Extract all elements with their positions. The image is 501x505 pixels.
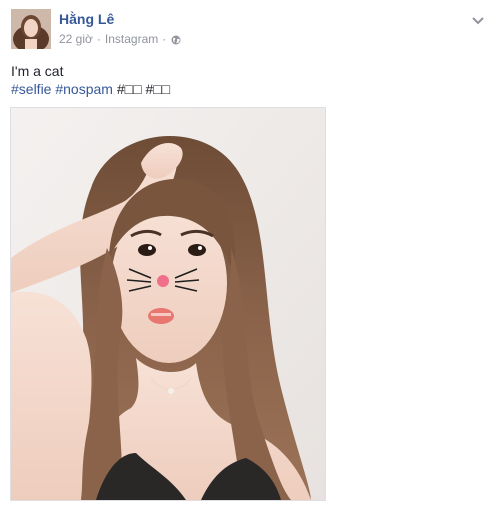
meta-separator-2: · — [162, 32, 167, 46]
avatar-photo — [11, 9, 51, 49]
chevron-down-icon[interactable] — [472, 12, 484, 25]
source-label[interactable]: Instagram — [105, 32, 158, 46]
hashtag-link[interactable]: #nospam — [55, 81, 113, 97]
hashtag-text[interactable]: #□□ — [145, 81, 170, 97]
post-message: I'm a cat — [11, 63, 64, 79]
globe-icon[interactable] — [171, 34, 181, 45]
post-text: I'm a cat #selfie #nospam #□□ #□□ — [11, 62, 170, 98]
author-name[interactable]: Hằng Lê — [59, 11, 114, 27]
post-photo[interactable] — [10, 107, 326, 501]
avatar[interactable] — [11, 9, 51, 49]
meta-separator: · — [96, 32, 101, 46]
selfie-photo — [11, 108, 325, 500]
hashtag-link[interactable]: #selfie — [11, 81, 51, 97]
timestamp[interactable]: 22 giờ — [59, 32, 93, 46]
post-meta: 22 giờ · Instagram · — [59, 32, 181, 46]
feed-post: Hằng Lê 22 giờ · Instagram · I'm a cat #… — [0, 0, 501, 505]
hashtag-text[interactable]: #□□ — [117, 81, 142, 97]
hashtag-line: #selfie #nospam #□□ #□□ — [11, 80, 170, 98]
